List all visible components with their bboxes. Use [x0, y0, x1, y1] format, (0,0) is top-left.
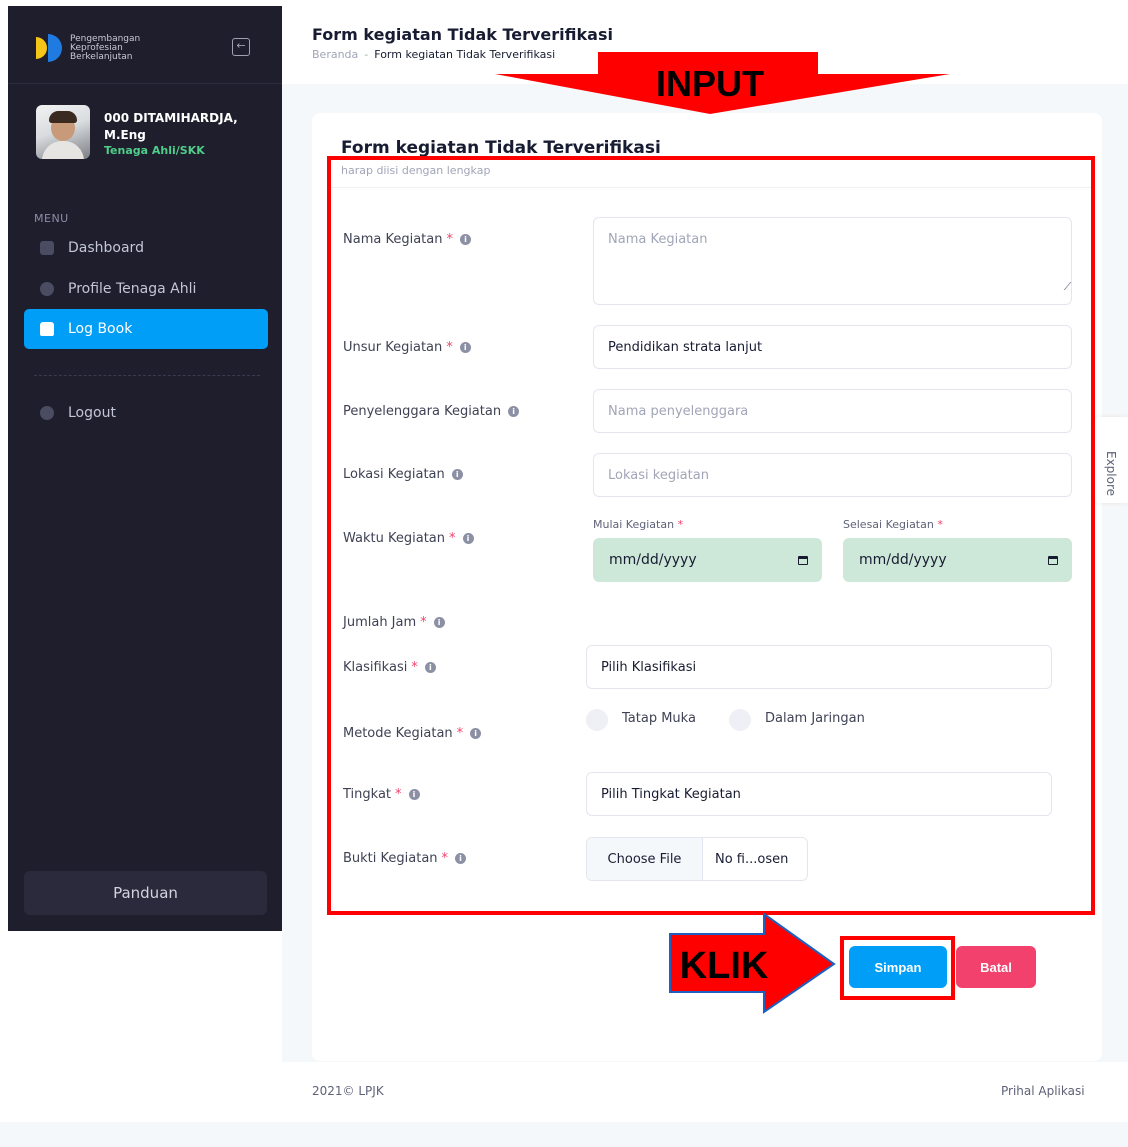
app-logo[interactable]: Pengembangan Keprofesian Berkelanjutan: [36, 34, 140, 62]
pkb-logo-icon: [36, 34, 64, 62]
logo-line-3: Berkelanjutan: [70, 51, 133, 62]
breadcrumb-separator: -: [364, 48, 369, 61]
sidebar-divider: [8, 83, 282, 84]
klik-highlight-box: [840, 936, 955, 1000]
menu-heading: MENU: [34, 212, 69, 225]
input-arrow: INPUT: [495, 52, 950, 114]
klik-arrow-label: KLIK: [680, 945, 769, 987]
briefcase-icon: [40, 322, 54, 336]
klik-arrow: KLIK: [669, 912, 836, 1014]
form-title: Form kegiatan Tidak Terverifikasi: [341, 138, 661, 158]
panduan-button[interactable]: Panduan: [24, 871, 267, 915]
logout-icon: [40, 406, 54, 420]
bottom-strip: [0, 1122, 1128, 1147]
sidebar-item-profile[interactable]: Profile Tenaga Ahli: [24, 269, 268, 309]
sidebar-item-log-book[interactable]: Log Book: [24, 309, 268, 349]
breadcrumb-home[interactable]: Beranda: [312, 48, 358, 61]
sidebar-separator: [34, 375, 260, 376]
input-highlight-box: [327, 156, 1095, 915]
batal-button[interactable]: Batal: [956, 946, 1036, 988]
user-name: 000 DITAMIHARDJA, M.Eng: [104, 111, 238, 142]
user-role: Tenaga Ahli/SKK: [104, 144, 205, 157]
sidebar-collapse-icon[interactable]: ←: [232, 38, 250, 56]
sidebar: Pengembangan Keprofesian Berkelanjutan ←…: [8, 6, 282, 931]
footer-copyright: 2021© LPJK: [312, 1084, 384, 1098]
sidebar-item-logout[interactable]: Logout: [24, 393, 268, 433]
avatar: [36, 105, 90, 159]
sidebar-item-dashboard[interactable]: Dashboard: [24, 228, 268, 268]
input-arrow-label: INPUT: [656, 63, 764, 104]
footer-link-prihal-aplikasi[interactable]: Prihal Aplikasi: [1001, 1084, 1085, 1098]
user-icon: [40, 282, 54, 296]
grid-icon: [40, 241, 54, 255]
page-title: Form kegiatan Tidak Terverifikasi: [312, 25, 613, 44]
explore-tab[interactable]: Explore: [1094, 417, 1128, 503]
